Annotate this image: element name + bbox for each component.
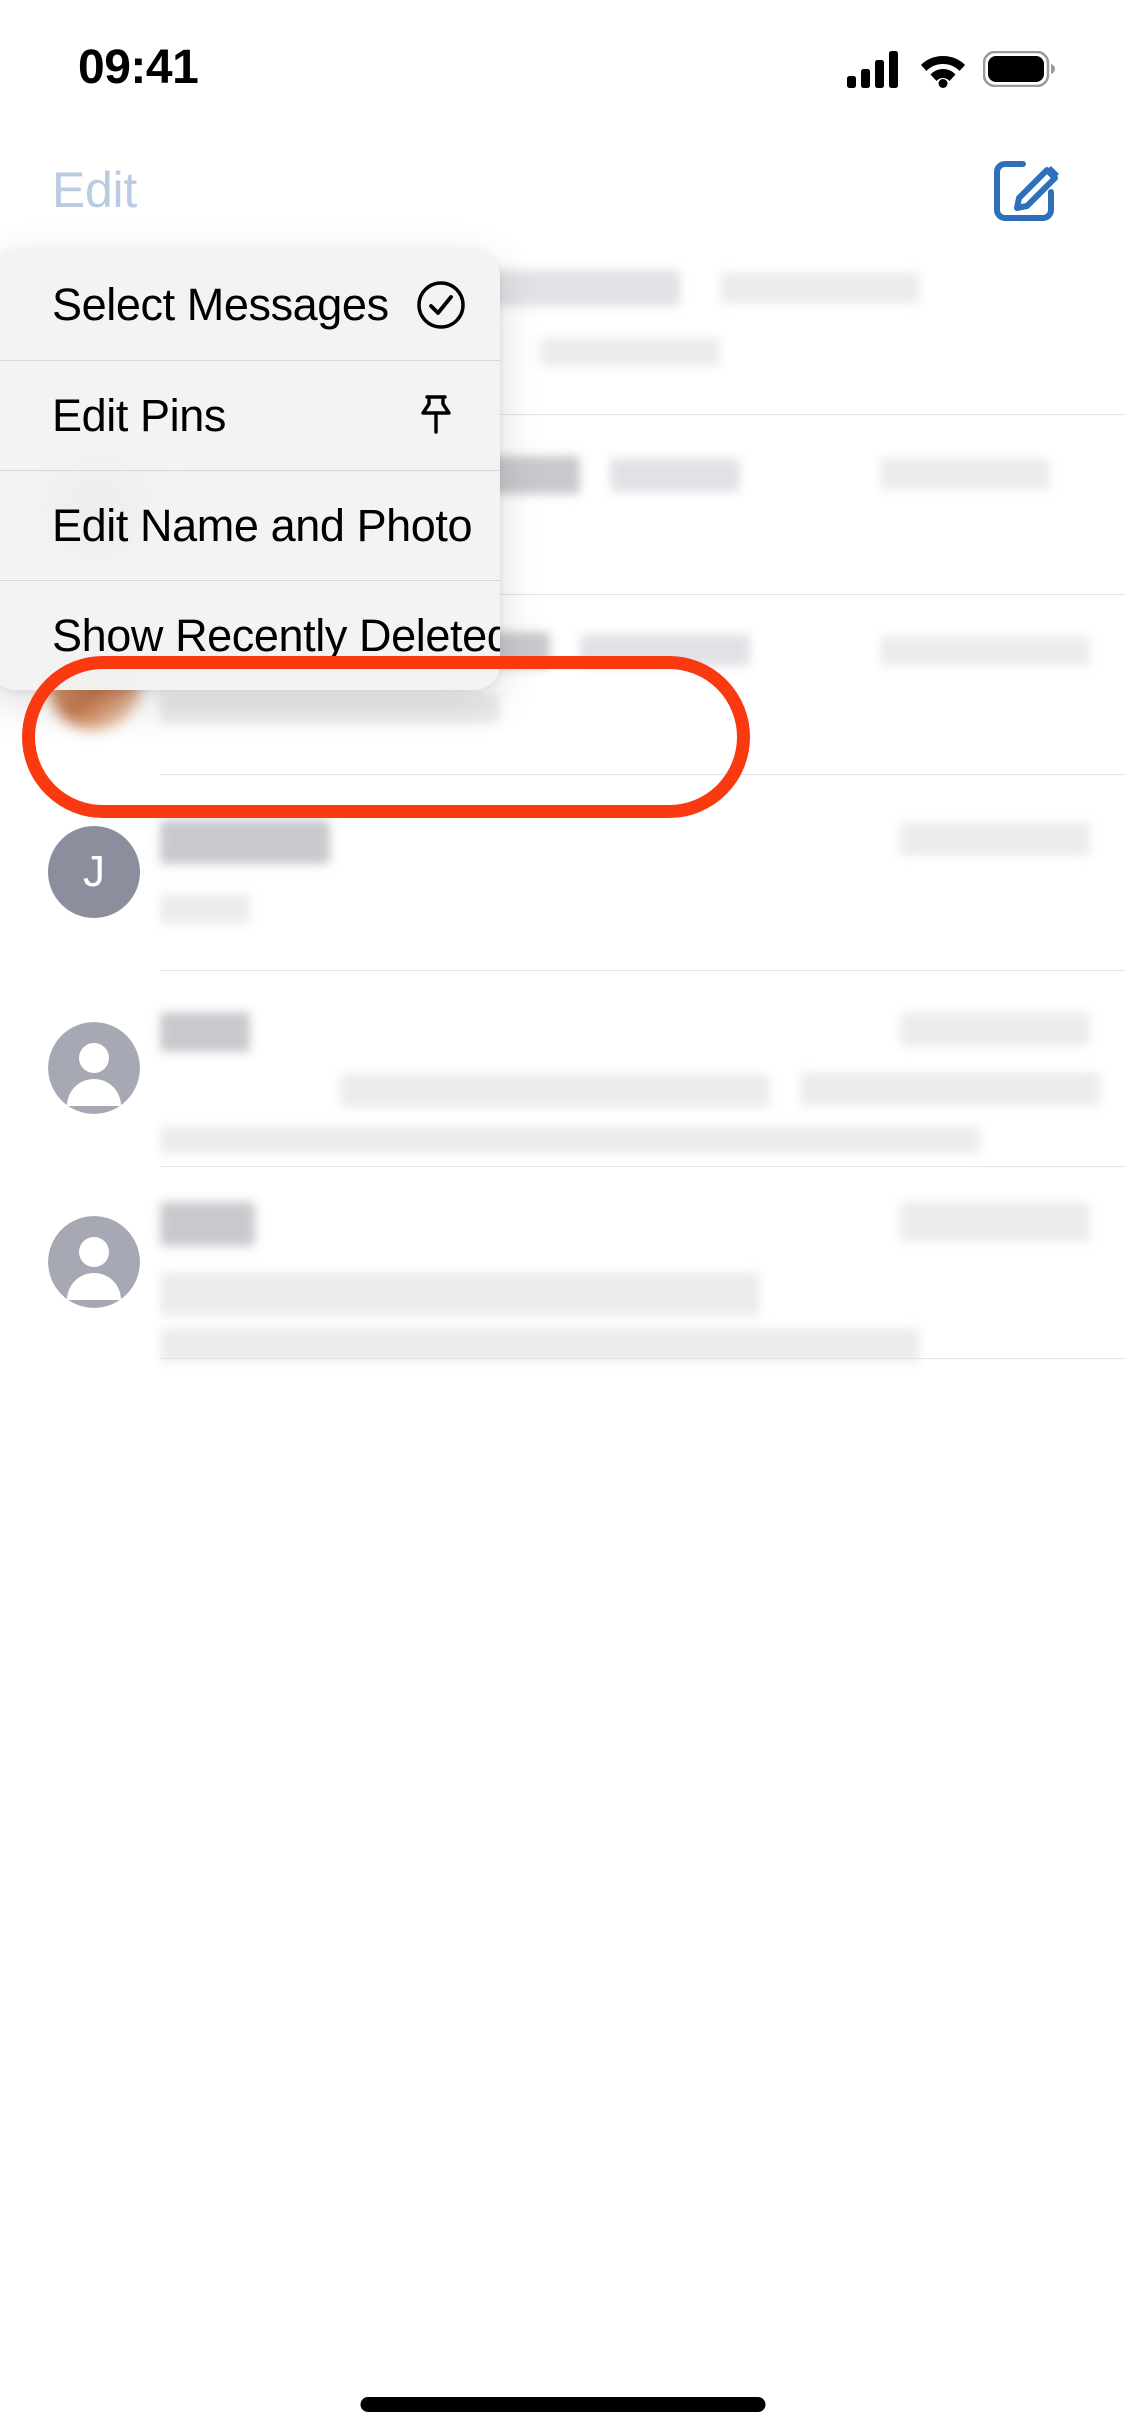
pushpin-icon [408,388,464,444]
cellular-signal-icon [847,51,898,88]
list-item[interactable] [0,972,1125,1168]
home-indicator[interactable] [360,2397,765,2412]
menu-item-label: Show Recently Deleted [52,609,500,661]
navigation-bar: Edit [0,132,1125,242]
menu-item-label: Select Messages [52,279,389,330]
person-placeholder-icon [48,1216,140,1308]
checkmark-circle-icon [413,277,469,333]
menu-item-show-recently-deleted[interactable]: Show Recently Deleted [0,580,500,690]
edit-button[interactable]: Edit [52,162,137,218]
battery-full-icon [983,51,1055,87]
status-time: 09:41 [78,41,199,94]
status-indicators [847,44,1055,94]
list-item[interactable] [0,1168,1125,1362]
menu-item-edit-name-and-photo[interactable]: Edit Name and Photo [0,470,500,580]
menu-item-label: Edit Name and Photo [52,499,473,551]
wifi-icon [921,56,965,88]
person-placeholder-icon [48,1022,140,1114]
menu-item-edit-pins[interactable]: Edit Pins [0,360,500,470]
avatar [48,1216,140,1308]
avatar [48,1022,140,1114]
compose-button[interactable] [985,150,1065,230]
avatar: J [48,826,140,918]
menu-item-label: Edit Pins [52,389,226,441]
list-item[interactable]: J [0,776,1125,972]
menu-item-select-messages[interactable]: Select Messages [0,250,500,360]
context-menu[interactable]: Select Messages Edit Pins Edit Name and … [0,250,500,690]
compose-new-message-icon [994,161,1059,221]
person-circle-icon [496,498,500,554]
messages-app-screen: J Edit Select Messages Edit Pins Edit Na… [0,0,1125,2436]
status-bar: 09:41 [0,0,1125,132]
